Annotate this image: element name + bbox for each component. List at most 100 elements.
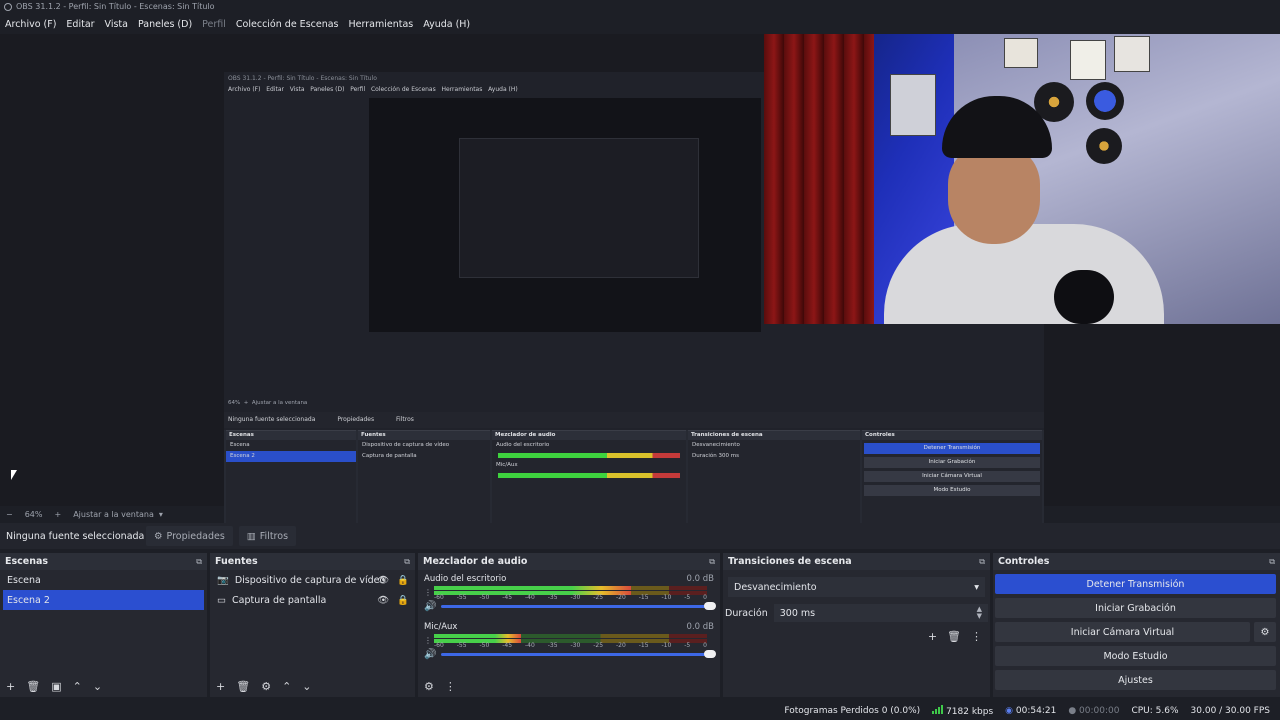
camera-icon: 📷 — [217, 574, 229, 586]
zoom-level: 64% — [24, 509, 43, 519]
volume-slider[interactable] — [441, 602, 716, 610]
stream-time: ◉ 00:54:21 — [1005, 705, 1057, 716]
remove-source-icon[interactable]: 🗑 — [236, 680, 250, 693]
menu-help[interactable]: Ayuda (H) — [418, 19, 475, 30]
menu-edit[interactable]: Editar — [61, 19, 99, 30]
virtual-camera-settings-gear-icon[interactable]: ⚙ — [1254, 622, 1276, 642]
transition-menu-icon[interactable]: ⋮ — [971, 630, 982, 643]
person-hoodie-graphic — [884, 224, 1164, 324]
dock-undock-icon[interactable]: ⧉ — [404, 557, 410, 567]
broadcast-icon: ◉ — [1005, 705, 1014, 716]
docks-area: Escenas ⧉ Escena Escena 2 + 🗑 ▣ ⌃ ⌄ Fuen… — [0, 553, 1280, 697]
add-transition-icon[interactable]: + — [928, 630, 937, 643]
lock-icon[interactable]: 🔒 — [397, 595, 409, 606]
transition-select[interactable]: Desvanecimiento ▾ — [728, 577, 985, 597]
menu-profile[interactable]: Perfil — [197, 19, 231, 30]
record-dot-icon: ● — [1068, 705, 1077, 716]
transitions-header: Transiciones de escena ⧉ — [723, 553, 990, 570]
status-bar: Fotogramas Perdidos 0 (0.0%) 7182 kbps ◉… — [0, 701, 1280, 720]
volume-slider[interactable] — [441, 650, 716, 658]
dock-undock-icon[interactable]: ⧉ — [979, 557, 985, 567]
move-down-icon[interactable]: ⌄ — [302, 680, 311, 693]
menu-view[interactable]: Vista — [100, 19, 133, 30]
speaker-icon[interactable]: 🔊 — [424, 601, 436, 612]
mixer-channel-mic: Mic/Aux 0.0 dB ⋮ -60 -55 -50 -45 -40 -35 -30 -25… — [424, 622, 716, 660]
visibility-eye-icon[interactable]: 👁 — [377, 575, 389, 586]
scene-filters-icon[interactable]: ▣ — [51, 680, 61, 693]
source-item[interactable]: 📷 Dispositivo de captura de vídeo 👁 🔒 — [210, 570, 415, 590]
remove-transition-icon[interactable]: 🗑 — [947, 630, 961, 643]
zoom-in-button[interactable]: + — [54, 510, 61, 519]
nested-zoom-bar: 64% + Ajustar a la ventana — [228, 400, 308, 406]
window-titlebar: OBS 31.1.2 - Perfil: Sin Título - Escena… — [0, 0, 1280, 14]
curtain-graphic — [764, 34, 874, 324]
sources-header: Fuentes ⧉ — [210, 553, 415, 570]
meter-ticks: -60 -55 -50 -45 -40 -35 -30 -25 -20 -15 -10 -5 0 — [434, 642, 707, 649]
zoom-out-button[interactable]: − — [6, 510, 13, 519]
webcam-feed — [764, 34, 1280, 324]
scenes-toolbar: + 🗑 ▣ ⌃ ⌄ — [0, 675, 207, 697]
obs-logo-icon — [4, 3, 12, 11]
nested-props-bar: Ninguna fuente seleccionada Propiedades … — [224, 412, 1044, 428]
source-item[interactable]: ▭ Captura de pantalla 👁 🔒 — [210, 590, 415, 610]
mixer-toolbar: ⚙ ⋮ — [418, 675, 720, 697]
audio-mixer-panel: Mezclador de audio ⧉ Audio del escritori… — [418, 553, 720, 697]
controls-header: Controles ⧉ — [993, 553, 1280, 570]
channel-menu-icon[interactable]: ⋮ — [424, 588, 432, 597]
mixer-channel-desktop: Audio del escritorio 0.0 dB ⋮ -60 -55 -50 -4… — [424, 574, 716, 612]
preview-area[interactable]: OBS 31.1.2 - Perfil: Sin Título - Escena… — [0, 34, 1280, 536]
mixer-menu-icon[interactable]: ⋮ — [445, 680, 456, 693]
advanced-audio-icon[interactable]: ⚙ — [424, 680, 434, 693]
duration-row: Duración 300 ms ▲ ▼ — [723, 604, 990, 622]
dock-undock-icon[interactable]: ⧉ — [1269, 557, 1275, 567]
scene-item[interactable]: Escena — [0, 570, 207, 590]
lock-icon[interactable]: 🔒 — [397, 575, 409, 586]
studio-mode-button[interactable]: Modo Estudio — [995, 646, 1276, 666]
speaker-icon[interactable]: 🔊 — [424, 649, 436, 660]
settings-button[interactable]: Ajustes — [995, 670, 1276, 690]
filters-button[interactable]: ▥ Filtros — [238, 526, 297, 546]
source-properties-icon[interactable]: ⚙ — [261, 680, 271, 693]
fit-to-window-select[interactable]: Ajustar a la ventana ▾ — [73, 510, 163, 519]
sources-toolbar: + 🗑 ⚙ ⌃ ⌄ — [210, 675, 415, 697]
scene-item-selected[interactable]: Escena 2 — [3, 590, 204, 610]
move-up-icon[interactable]: ⌃ — [73, 680, 82, 693]
mouse-cursor-icon — [11, 470, 17, 480]
move-down-icon[interactable]: ⌄ — [93, 680, 102, 693]
cpu-usage: CPU: 5.6% — [1131, 705, 1179, 716]
start-recording-button[interactable]: Iniciar Grabación — [995, 598, 1276, 618]
menu-scene-collection[interactable]: Colección de Escenas — [231, 19, 344, 30]
add-source-icon[interactable]: + — [216, 680, 225, 693]
dock-undock-icon[interactable]: ⧉ — [196, 557, 202, 567]
visibility-eye-icon[interactable]: 👁 — [377, 595, 389, 606]
menu-tools[interactable]: Herramientas — [344, 19, 419, 30]
menu-file[interactable]: Archivo (F) — [0, 19, 61, 30]
duration-input[interactable]: 300 ms ▲ ▼ — [773, 604, 988, 622]
filter-icon: ▥ — [246, 530, 256, 542]
stop-streaming-button[interactable]: Detener Transmisión — [995, 574, 1276, 594]
nested-menu-bar: Archivo (F) Editar Vista Paneles (D) Per… — [228, 86, 518, 93]
source-toolbar: Ninguna fuente seleccionada ⚙ Propiedade… — [0, 523, 1280, 549]
signal-strength-icon — [932, 704, 944, 714]
scenes-panel: Escenas ⧉ Escena Escena 2 + 🗑 ▣ ⌃ ⌄ — [0, 553, 207, 697]
window-title: OBS 31.1.2 - Perfil: Sin Título - Escena… — [16, 2, 215, 11]
volume-slider-knob[interactable] — [704, 650, 716, 658]
properties-button[interactable]: ⚙ Propiedades — [146, 526, 233, 546]
add-scene-icon[interactable]: + — [6, 680, 15, 693]
start-virtual-camera-button[interactable]: Iniciar Cámara Virtual — [995, 622, 1250, 642]
chevron-down-icon: ▾ — [974, 581, 979, 593]
menu-docks[interactable]: Paneles (D) — [133, 19, 197, 30]
bitrate-indicator: 7182 kbps — [932, 704, 993, 717]
channel-menu-icon[interactable]: ⋮ — [424, 636, 432, 645]
recording-time: ● 00:00:00 — [1068, 705, 1120, 716]
remove-scene-icon[interactable]: 🗑 — [26, 680, 40, 693]
no-source-label: Ninguna fuente seleccionada — [6, 530, 145, 542]
scenes-header: Escenas ⧉ — [0, 553, 207, 570]
nested-preview-inner — [459, 138, 699, 278]
transition-tools: + 🗑 ⋮ — [723, 622, 990, 643]
move-up-icon[interactable]: ⌃ — [282, 680, 291, 693]
spinner-icon[interactable]: ▲ ▼ — [977, 606, 982, 620]
transitions-panel: Transiciones de escena ⧉ Desvanecimiento… — [723, 553, 990, 697]
volume-slider-knob[interactable] — [704, 602, 716, 610]
dock-undock-icon[interactable]: ⧉ — [709, 557, 715, 567]
